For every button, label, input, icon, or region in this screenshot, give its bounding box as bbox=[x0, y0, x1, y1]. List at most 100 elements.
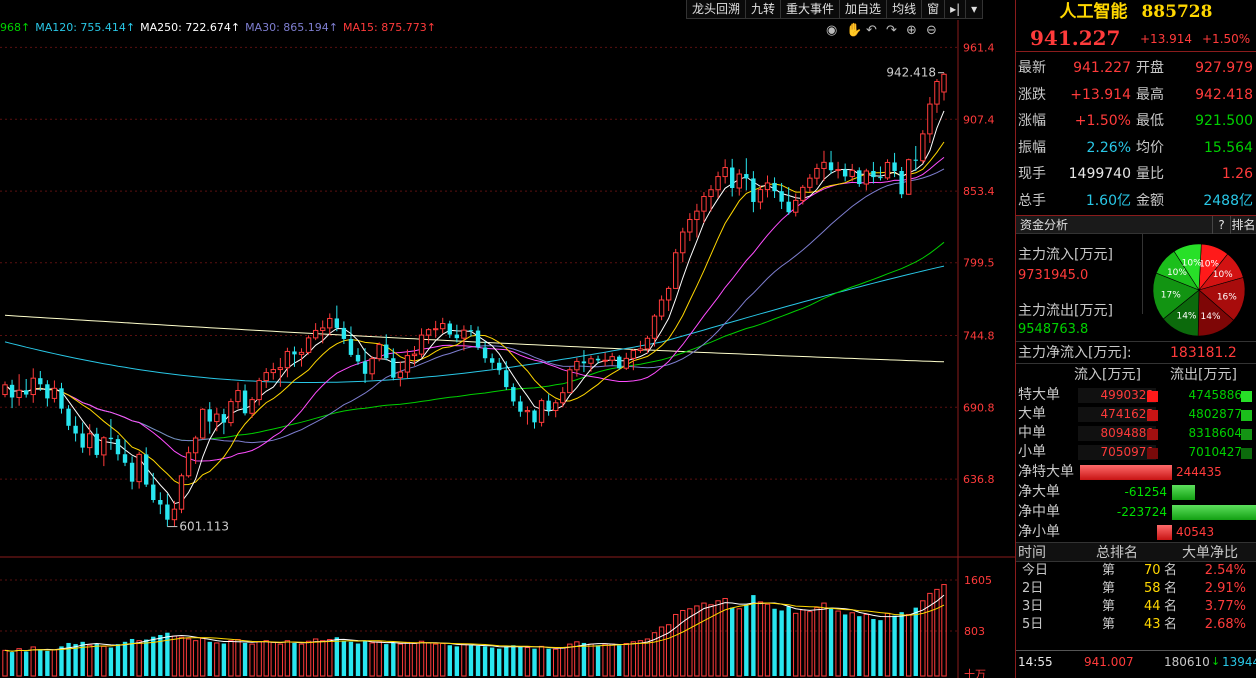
quote-label: 涨跌 bbox=[1018, 86, 1046, 103]
volume-bar-down bbox=[144, 639, 149, 676]
rank-time: 3日 bbox=[1022, 599, 1044, 614]
net-bar bbox=[1156, 525, 1172, 540]
candle-down bbox=[842, 169, 848, 177]
candle-up bbox=[411, 353, 418, 357]
volume-tick-label: 十万 bbox=[964, 667, 986, 678]
candle-down bbox=[115, 439, 121, 455]
volume-bar-up bbox=[256, 641, 262, 677]
triangle-down-icon[interactable]: ▾ bbox=[966, 0, 984, 18]
zoom-out-icon[interactable]: ⊖ bbox=[926, 23, 937, 38]
net-name: 净中单 bbox=[1018, 504, 1060, 520]
chevron-right-icon[interactable]: ▸| bbox=[945, 0, 967, 18]
candle-down bbox=[9, 384, 15, 398]
candle-up bbox=[305, 337, 312, 353]
candle-up bbox=[16, 389, 22, 398]
kline-chart[interactable]: 961.4 907.4 853.4 799.5 744.8 690.8 636.8 1605 8… bbox=[0, 0, 1015, 678]
candle-up bbox=[404, 355, 411, 373]
volume-bar-down bbox=[9, 652, 15, 676]
volume-bar-up bbox=[305, 640, 312, 677]
volume-bar-down bbox=[362, 640, 368, 676]
candle-up bbox=[432, 328, 439, 331]
order-row: 中单 8094880 8318604 bbox=[1016, 424, 1256, 443]
volume-bar-up bbox=[425, 642, 432, 677]
price-tick-label: 690.8 bbox=[963, 401, 995, 414]
candle-up bbox=[821, 161, 827, 169]
candle-up bbox=[320, 327, 326, 331]
candle-up bbox=[298, 351, 305, 355]
candle-down bbox=[475, 330, 481, 348]
volume-bar-up bbox=[920, 600, 926, 677]
help-icon[interactable]: ? bbox=[1212, 216, 1230, 234]
volume-tick-label: 803 bbox=[964, 625, 985, 638]
quote-value: 927.979 bbox=[1195, 60, 1253, 76]
quote-value: 2488亿 bbox=[1203, 192, 1253, 209]
toolbar-item-0[interactable]: 龙头回溯 bbox=[687, 0, 747, 18]
candle-down bbox=[122, 454, 128, 463]
toolbar-item-1[interactable]: 九转 bbox=[746, 0, 782, 18]
candle-down bbox=[355, 354, 361, 362]
rank-button[interactable]: 排名 bbox=[1230, 216, 1256, 234]
quote-label: 总手 bbox=[1018, 192, 1046, 209]
toolbar-item-3[interactable]: 加自选 bbox=[840, 0, 888, 18]
net-row: 净特大单 244435 bbox=[1016, 462, 1256, 482]
zoom-in-icon[interactable]: ⊕ bbox=[906, 23, 917, 38]
hand-icon[interactable]: ✋ bbox=[846, 22, 862, 38]
pie-label: 10% bbox=[1167, 268, 1187, 278]
candle-up bbox=[764, 182, 771, 191]
quote-row: 涨幅 +1.50% 最低 921.500 bbox=[1016, 108, 1256, 135]
candle-up bbox=[757, 189, 764, 203]
volume-bar-down bbox=[165, 632, 170, 676]
candle-down bbox=[779, 191, 784, 202]
candle-down bbox=[207, 409, 212, 422]
rank-table-header: 时间 总排名 大单净比 bbox=[1016, 542, 1256, 562]
quote-label: 最新 bbox=[1018, 60, 1046, 76]
rank-ratio: 3.77% bbox=[1204, 599, 1246, 614]
volume-bar-up bbox=[404, 641, 411, 677]
candle-up bbox=[2, 384, 8, 396]
kline-chart-area[interactable]: 961.4 907.4 853.4 799.5 744.8 690.8 636.8 1605 8… bbox=[0, 0, 1015, 678]
toolbar-item-4[interactable]: 均线 bbox=[887, 0, 923, 18]
quote-value: 1.60亿 bbox=[1085, 192, 1131, 209]
undo-icon[interactable]: ↶ bbox=[866, 23, 877, 38]
candle-up bbox=[715, 176, 721, 191]
order-out-swatch bbox=[1241, 391, 1252, 402]
candle-down bbox=[165, 504, 170, 520]
net-inflow-line: 主力净流入[万元]: 183181.2 bbox=[1016, 342, 1256, 364]
toolbar-item-2[interactable]: 重大事件 bbox=[781, 0, 841, 18]
price-change-pct: +1.50% bbox=[1202, 32, 1251, 46]
ma30-line bbox=[4, 168, 945, 444]
volume-bar-down bbox=[242, 642, 248, 676]
candle-up bbox=[284, 350, 291, 369]
eye-icon[interactable]: ◉ bbox=[826, 23, 837, 38]
candle-down bbox=[617, 356, 622, 369]
redo-icon[interactable]: ↷ bbox=[886, 23, 898, 38]
quote-value: 942.418 bbox=[1195, 86, 1253, 103]
rank-suffix: 名 bbox=[1164, 581, 1178, 596]
candle-down bbox=[913, 159, 918, 161]
quote-label: 涨幅 bbox=[1018, 113, 1046, 130]
volume-bar-up bbox=[397, 643, 404, 677]
net-name: 净大单 bbox=[1018, 484, 1060, 500]
candle-up bbox=[602, 359, 608, 362]
volume-bar-up bbox=[298, 643, 305, 677]
volume-bar-up bbox=[906, 613, 912, 677]
candle-down bbox=[744, 174, 749, 179]
volume-bar-down bbox=[23, 651, 29, 676]
candle-up bbox=[263, 372, 269, 382]
candle-up bbox=[814, 167, 820, 179]
volume-bar-down bbox=[341, 640, 347, 676]
volume-bar-up bbox=[30, 646, 36, 677]
volume-bar-up bbox=[863, 613, 870, 677]
order-in-value: 4741623 bbox=[1078, 407, 1156, 422]
volume-bar-up bbox=[941, 584, 947, 677]
rank-suffix: 名 bbox=[1164, 599, 1178, 614]
candle-up bbox=[708, 189, 714, 198]
volume-bar-up bbox=[708, 604, 714, 677]
rank-number: 58 bbox=[1144, 581, 1161, 596]
tick-last: 13944 bbox=[1222, 655, 1256, 669]
toolbar-item-5[interactable]: 窗 bbox=[922, 0, 946, 18]
volume-bar-down bbox=[207, 641, 212, 676]
candle-down bbox=[730, 167, 735, 189]
fund-analysis-title[interactable]: 资金分析 bbox=[1020, 216, 1068, 234]
fund-analysis-bar: 资金分析 ? 排名 bbox=[1016, 216, 1256, 234]
